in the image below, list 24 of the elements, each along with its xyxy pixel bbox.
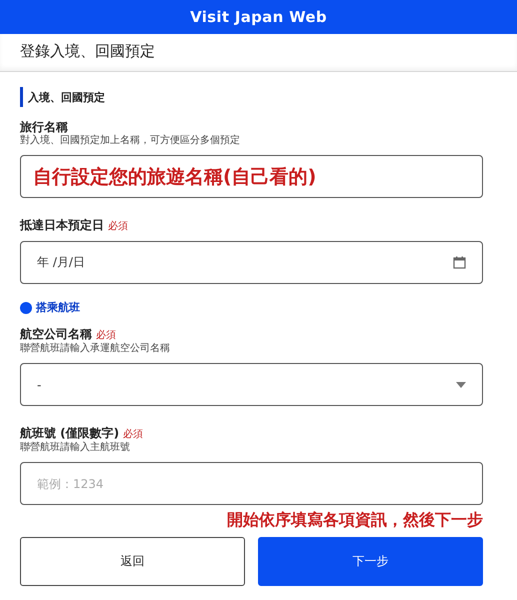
- field-hint: 聯營航班請輸入承運航空公司名稱: [20, 343, 171, 355]
- calendar-icon[interactable]: [453, 256, 466, 269]
- back-button[interactable]: 返回: [20, 537, 245, 586]
- field-hint: 聯營航班請輸入主航班號: [20, 442, 131, 454]
- bullet-icon: [20, 302, 32, 314]
- field-label: 航班號 (僅限數字): [20, 426, 120, 440]
- required-tag: 必須: [123, 429, 144, 440]
- required-tag: 必須: [108, 221, 128, 232]
- required-tag: 必須: [96, 330, 116, 341]
- next-button[interactable]: 下一步: [258, 537, 483, 586]
- page-title: 登錄入境、回國預定: [20, 42, 155, 60]
- field-label: 航空公司名稱: [20, 327, 92, 341]
- input-field[interactable]: 範例：1234: [20, 462, 483, 505]
- site-title: Visit Japan Web: [190, 8, 327, 26]
- input-field[interactable]: 自行設定您的旅遊名稱(自己看的): [20, 155, 483, 198]
- caret-icon: [456, 382, 466, 388]
- section-heading: 入境、回國預定: [28, 90, 105, 104]
- field-label: 抵達日本預定日: [20, 218, 104, 232]
- field-hint: 對入境、回國預定加上名稱，可方便區分多個預定: [20, 135, 241, 147]
- annotation-text: 開始依序填寫各項資訊，然後下一步: [227, 510, 483, 529]
- date-field[interactable]: 年 /月/日: [20, 241, 483, 284]
- dropdown-field[interactable]: -: [20, 363, 483, 406]
- field-label: 旅行名稱: [20, 120, 68, 134]
- subsection-heading: 搭乘航班: [36, 300, 80, 315]
